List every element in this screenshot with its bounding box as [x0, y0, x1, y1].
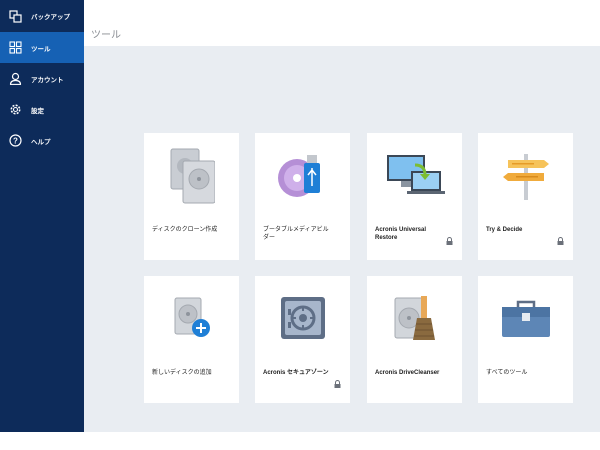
sidebar-item-label: ヘルプ [31, 138, 51, 146]
sidebar-item-label: ツール [31, 45, 51, 53]
tile-label: 新しいディスクの追加 [152, 370, 212, 376]
tile-label: ディスクのクローン作成 [152, 227, 218, 233]
tools-panel: ディスクのクローン作成 ブータブルメディアビルダー Acronis Univer… [84, 46, 600, 432]
backup-icon [9, 9, 22, 23]
tile-label: Try & Decide [486, 227, 523, 233]
drive-cleanser-icon [394, 296, 435, 340]
sidebar-item-help[interactable]: ? ヘルプ [0, 125, 84, 156]
tools-grid-icon [9, 41, 22, 54]
disk-clone-icon [170, 148, 215, 204]
secure-zone-safe-icon [280, 297, 325, 339]
signpost-icon [502, 154, 549, 200]
lock-icon [446, 237, 453, 245]
bootable-media-icon [277, 155, 320, 197]
sidebar-item-settings[interactable]: 設定 [0, 94, 84, 125]
sidebar-item-label: 設定 [31, 107, 44, 115]
sidebar-item-label: アカウント [31, 76, 64, 84]
tool-tile-universal-restore[interactable]: Acronis Universal Restore [367, 133, 462, 260]
tool-tile-disk-clone[interactable]: ディスクのクローン作成 [144, 133, 239, 260]
sidebar: バックアップ ツール アカウント 設定 ? ヘルプ [0, 0, 84, 432]
tile-label: すべてのツール [486, 370, 528, 376]
account-icon [9, 72, 22, 85]
sidebar-item-tools[interactable]: ツール [0, 32, 84, 63]
tool-tile-drive-cleanser[interactable]: Acronis DriveCleanser [367, 276, 462, 403]
tool-tile-add-new-disk[interactable]: 新しいディスクの追加 [144, 276, 239, 403]
tile-label: Acronis Universal Restore [375, 227, 427, 241]
tool-tile-secure-zone[interactable]: Acronis セキュアゾーン [255, 276, 350, 403]
tool-tile-bootable-media[interactable]: ブータブルメディアビルダー [255, 133, 350, 260]
bottom-strip [0, 432, 600, 450]
page-title: ツール [91, 30, 121, 41]
tile-label: Acronis セキュアゾーン [263, 370, 329, 376]
lock-icon [557, 237, 564, 245]
tile-label: Acronis DriveCleanser [375, 370, 440, 376]
header-bar: ツール [84, 0, 600, 46]
tool-tile-try-and-decide[interactable]: Try & Decide [478, 133, 573, 260]
add-disk-icon [174, 297, 210, 337]
sidebar-item-label: バックアップ [31, 14, 70, 21]
sidebar-item-account[interactable]: アカウント [0, 63, 84, 94]
settings-gear-icon [9, 103, 22, 116]
tool-tile-all-tools[interactable]: すべてのツール [478, 276, 573, 403]
svg-text:?: ? [13, 136, 18, 145]
toolbox-icon [501, 300, 550, 337]
tile-label: ブータブルメディアビルダー [263, 227, 329, 241]
universal-restore-icon [386, 155, 445, 194]
lock-icon [334, 380, 341, 388]
help-icon: ? [9, 134, 22, 147]
sidebar-item-backup[interactable]: バックアップ [0, 0, 84, 32]
